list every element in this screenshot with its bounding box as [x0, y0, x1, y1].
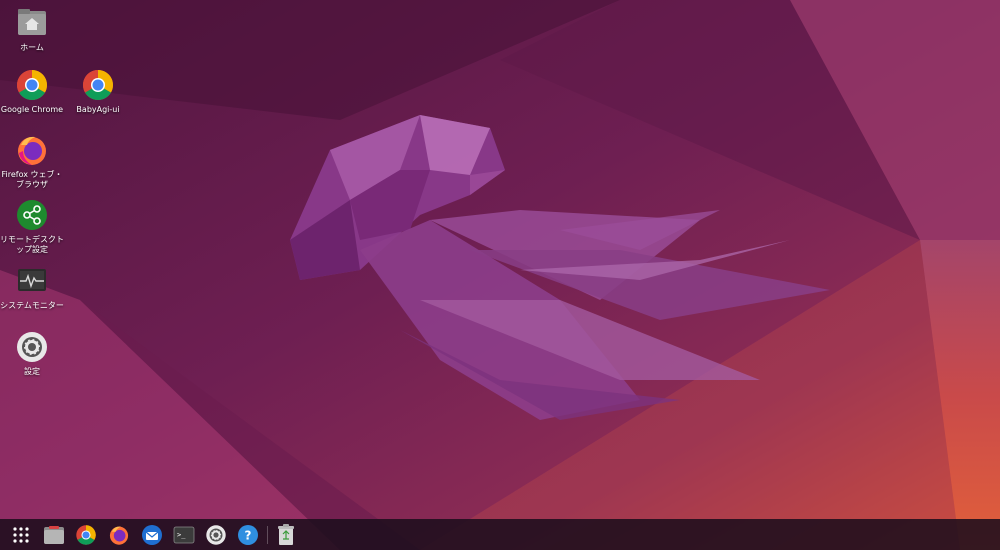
- dock-files[interactable]: [42, 523, 66, 547]
- firefox-icon: [109, 526, 129, 545]
- settings-icon: [206, 525, 226, 545]
- desktop-icon-settings[interactable]: 設定: [0, 330, 64, 377]
- show-applications-button[interactable]: [9, 523, 33, 547]
- firefox-icon: [18, 136, 46, 165]
- desktop-icon-remote-desktop[interactable]: リモートデスクトップ設定: [0, 198, 64, 255]
- chrome-icon: [82, 70, 114, 101]
- dock-chrome[interactable]: [74, 523, 98, 547]
- chrome-icon: [16, 70, 48, 101]
- share-icon: [17, 200, 47, 230]
- desktop-icon-firefox[interactable]: Firefox ウェブ・ブラウザ: [0, 133, 64, 190]
- terminal-icon: >_: [173, 526, 195, 544]
- dock-firefox[interactable]: [107, 523, 131, 547]
- desktop-icon-home[interactable]: ホーム: [0, 6, 64, 53]
- system-monitor-icon: [18, 269, 46, 291]
- desktop-icon-label: Firefox ウェブ・ブラウザ: [1, 170, 63, 189]
- desktop-icon-system-monitor[interactable]: システムモニター: [0, 264, 64, 311]
- help-icon: ?: [238, 525, 258, 545]
- desktop-icon-label: リモートデスクトップ設定: [0, 235, 64, 254]
- dock-separator: [267, 526, 268, 544]
- desktop-icon-label: 設定: [24, 367, 40, 376]
- home-folder-icon: [18, 9, 46, 35]
- dock-thunderbird[interactable]: [140, 523, 164, 547]
- settings-gear-icon: [17, 332, 47, 362]
- dock-help[interactable]: ?: [236, 523, 260, 547]
- desktop-icon-label: ホーム: [20, 43, 44, 52]
- svg-text:>_: >_: [177, 531, 186, 539]
- trash-icon: [278, 524, 294, 545]
- taskbar-dock: >_ ?: [0, 519, 1000, 550]
- app-grid-icon: [13, 527, 29, 543]
- desktop-wallpaper: [0, 0, 1000, 550]
- thunderbird-icon: [142, 525, 162, 545]
- dock-settings[interactable]: [204, 523, 228, 547]
- desktop-icon-babyagi-ui[interactable]: BabyAgi-ui: [66, 68, 130, 115]
- desktop-icon-label: システムモニター: [0, 301, 64, 310]
- desktop-icon-label: Google Chrome: [0, 105, 64, 114]
- desktop-icon-label: BabyAgi-ui: [76, 105, 120, 114]
- dock-terminal[interactable]: >_: [172, 523, 196, 547]
- chrome-icon: [76, 525, 96, 545]
- svg-text:?: ?: [245, 529, 252, 543]
- dock-trash[interactable]: [274, 523, 298, 547]
- desktop-icon-google-chrome[interactable]: Google Chrome: [0, 68, 64, 115]
- files-icon: [44, 526, 64, 544]
